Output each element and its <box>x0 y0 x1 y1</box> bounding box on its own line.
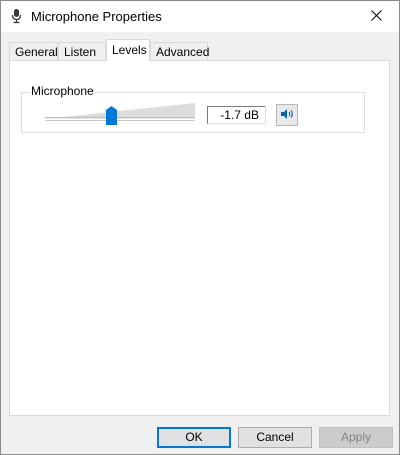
levels-panel: Microphone -1.7 dB <box>9 60 390 416</box>
volume-slider-thumb[interactable] <box>106 106 118 125</box>
window-title: Microphone Properties <box>31 9 162 24</box>
mute-button[interactable] <box>276 104 298 126</box>
speaker-icon <box>280 108 294 123</box>
close-icon <box>370 9 382 24</box>
group-label: Microphone <box>30 84 95 98</box>
microphone-device-icon <box>9 8 25 24</box>
cancel-button[interactable]: Cancel <box>238 427 312 448</box>
microphone-level-group: Microphone -1.7 dB <box>21 84 365 133</box>
dialog-window: Microphone Properties General Listen Lev… <box>0 0 400 455</box>
tab-advanced[interactable]: Advanced <box>150 42 209 60</box>
tab-listen[interactable]: Listen <box>58 42 106 60</box>
tab-general[interactable]: General <box>9 42 58 60</box>
level-value-field[interactable]: -1.7 dB <box>207 106 266 124</box>
title-bar[interactable]: Microphone Properties <box>1 1 399 32</box>
close-button[interactable] <box>353 1 399 32</box>
apply-button[interactable]: Apply <box>319 427 393 448</box>
tab-levels[interactable]: Levels <box>106 39 150 61</box>
ok-button[interactable]: OK <box>157 427 231 448</box>
dialog-buttons: OK Cancel Apply <box>1 418 399 454</box>
volume-slider[interactable] <box>45 103 195 121</box>
